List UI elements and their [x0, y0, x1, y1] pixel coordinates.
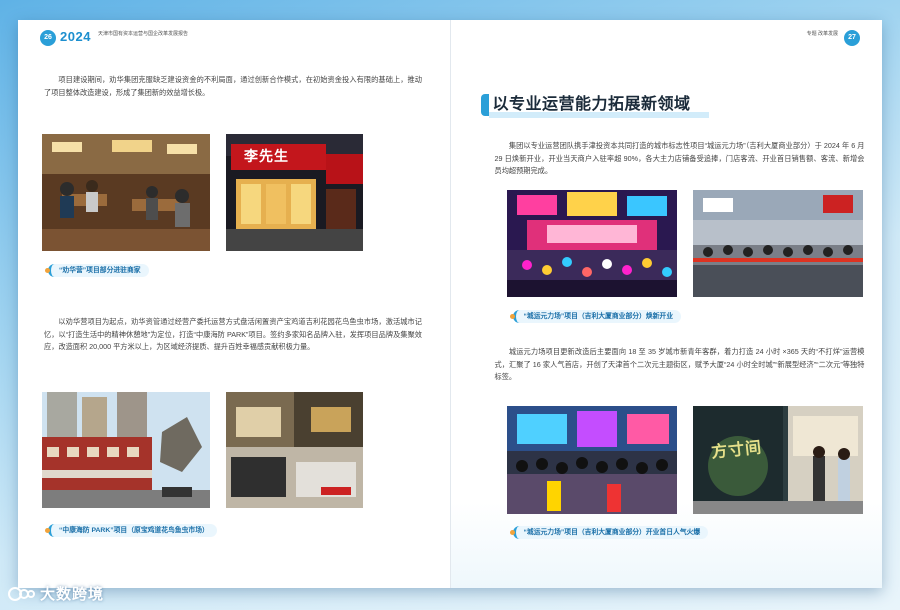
header-year: 2024 — [60, 29, 91, 44]
store-sign-photo: 方寸间 — [692, 406, 863, 514]
crowd-photo — [506, 406, 677, 514]
header-section-label: 专题 改革发展 — [806, 31, 838, 37]
brochure-spread: 26 2024 天津市国有资本运营与国企改革发展报告 项目建设期间，劝华集团克服… — [18, 20, 882, 588]
restaurant-interior-photo — [42, 134, 210, 251]
shop-interior-photo — [226, 392, 363, 508]
storefront-night-photo: 李先生 — [226, 134, 363, 251]
body-paragraph: 城运元力场项目更新改造后主要面向 18 至 35 岁城市新青年客群，着力打造 2… — [494, 347, 865, 381]
photo-caption: “中康海防 PARK”项目（原宝鸡道花鸟鱼虫市场） — [45, 524, 217, 537]
photo-caption: “劝华营”项目部分进驻商家 — [45, 264, 149, 277]
intro-paragraph: 项目建设期间，劝华集团克服缺乏建设资金的不利局面，通过创新合作模式，在初始资金投… — [44, 75, 422, 97]
intro-paragraph: 集团以专业运营团队携手津投资本共同打造的城市标志性项目“城运元力场”（吉利大厦商… — [494, 141, 865, 175]
header-publication-title: 天津市国有资本运营与国企改革发展报告 — [98, 31, 189, 37]
left-page: 26 2024 天津市国有资本运营与国企改革发展报告 项目建设期间，劝华集团克服… — [18, 20, 451, 588]
opening-ceremony-photo — [692, 190, 863, 297]
opening-stage-photo — [506, 190, 677, 297]
page-number: 27 — [844, 30, 860, 46]
right-page: 专题 改革发展 27 以专业运营能力拓展新领域 集团以专业运营团队携手津投资本共… — [450, 20, 882, 588]
watermark-text: 大数跨境 — [40, 586, 105, 603]
street-building-photo — [42, 392, 210, 508]
photo-caption: “城运元力场”项目（吉利大厦商业部分）焕新开业 — [509, 310, 682, 323]
watermark-logo-icon — [8, 586, 35, 601]
body-paragraph: 以劝华营项目为起点，劝华资管通过经营产委托运营方式盘活闲置资产宝鸡道吉利花园花鸟… — [44, 317, 422, 351]
storefront-sign: 李先生 — [244, 148, 289, 164]
photo-caption: “城运元力场”项目（吉利大厦商业部分）开业首日人气火爆 — [509, 526, 709, 539]
page-number: 26 — [40, 30, 56, 46]
watermark: 大数跨境 — [8, 583, 104, 604]
section-title-text: 以专业运营能力拓展新领域 — [492, 96, 691, 113]
